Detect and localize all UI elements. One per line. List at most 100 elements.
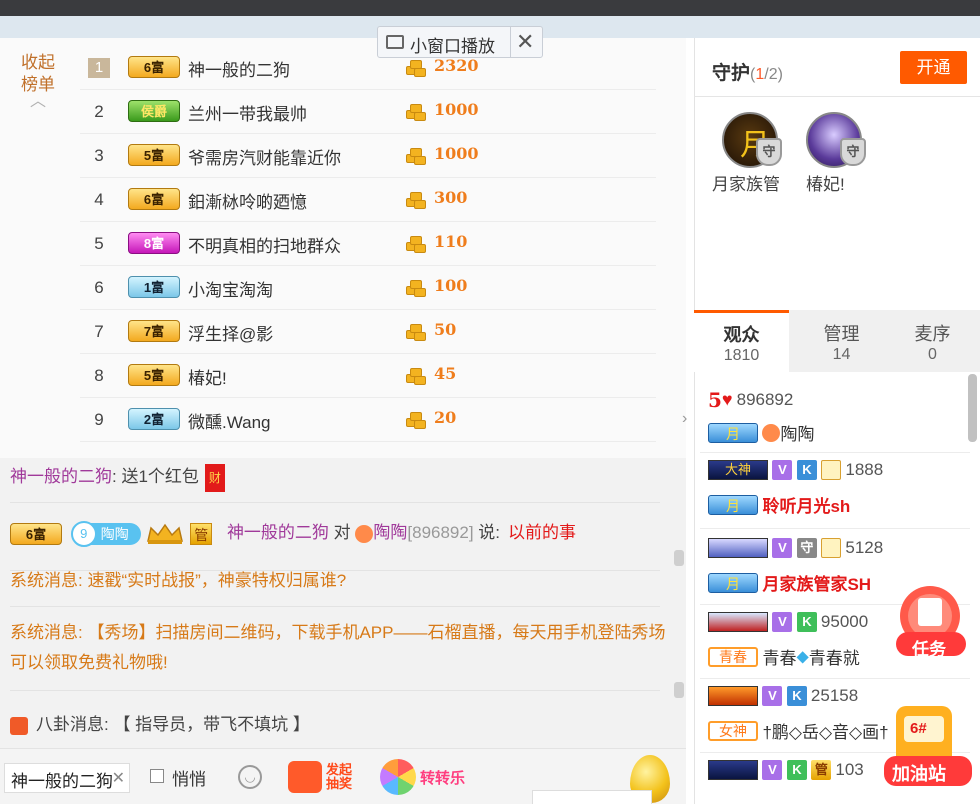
audience-scrollbar[interactable] [968,374,977,442]
rank-number: 3 [94,146,104,165]
rank-amount: 45 [434,364,457,383]
quiet-checkbox[interactable] [150,769,164,783]
tab-mic-queue[interactable]: 麦序 0 [885,310,980,372]
rank-number: 7 [94,322,104,341]
diamond-icon: ◆ [796,648,809,666]
wealth-badge: 7富 [128,320,180,342]
chat-input[interactable]: 神一般的二狗 ✕ [4,763,130,793]
rank-username[interactable]: 神一般的二狗 [188,56,290,81]
audience-tabs: 观众 1810 管理 14 麦序 0 [694,310,980,372]
collapse-rank-button[interactable]: 收起榜单 ︿ [16,52,60,110]
user-icon [821,538,842,558]
scrollbar-thumb[interactable] [674,550,684,566]
tab-label: 麦序 [914,324,951,344]
rank-amount: 100 [434,276,468,295]
divider [700,528,970,529]
chat-target-id: [896892] [407,523,474,542]
guard-title-label: 守护 [712,63,751,84]
level-icon: 大神 [708,460,768,480]
user-id: 1888 [845,460,884,479]
tab-audience[interactable]: 观众 1810 [694,310,789,372]
mini-player-button[interactable]: 小窗口播放 ✕ [377,26,543,58]
gossip-message: 八卦消息: 【 指导员，带飞不填坑 】 [10,710,310,735]
divider [10,502,660,503]
wheel-button-label[interactable]: 转转乐 [420,767,465,788]
tab-label: 观众 [723,325,760,345]
guard-title: 守护(1/2) [712,58,783,85]
guard-badge: 守 [796,538,817,558]
rank-row[interactable]: 4 6富 鈤漸栤呤啲廼憶 300 [80,178,656,222]
gas-station-number: 6# [910,720,927,737]
chat-username[interactable]: 神一般的二狗 [227,523,329,542]
tab-admin[interactable]: 管理 14 [794,310,889,372]
lottery-icon[interactable] [288,761,322,793]
system-message: 系统消息: 【秀场】扫描房间二维码，下载手机APP——石榴直播，每天用手机登陆秀… [10,623,666,672]
user-id: 5128 [845,538,884,557]
coin-icon [406,146,428,166]
guard-shield-icon: 守 [840,138,866,166]
close-icon[interactable]: ✕ [516,29,534,55]
chevron-up-icon: ︿ [29,93,46,110]
fan-tag: 月 [708,572,758,593]
vip-badge: V [762,760,783,780]
lottery-button-label[interactable]: 发起抽奖 [326,763,362,791]
chat-message: 神一般的二狗: 送1个红包财 [10,462,225,492]
chat-input-value: 神一般的二狗 [11,772,113,791]
rank-amount: 300 [434,188,468,207]
rank-username[interactable]: 爷需房汽财能靠近你 [188,144,341,169]
chevron-right-icon[interactable]: › [682,410,687,428]
audience-item[interactable]: 大神 V K 1888 月 聆听月光sh [708,460,970,534]
fan-tag: 月 [708,494,758,515]
wheel-icon[interactable] [380,759,416,795]
rank-row[interactable]: 7 7富 浮生择@影 50 [80,310,656,354]
rank-number: 1 [88,58,110,78]
tab-count: 14 [832,346,851,363]
vip-badge: V [762,686,783,706]
tab-label: 管理 [823,324,860,344]
task-widget[interactable]: 任务 [880,580,976,662]
fan-badge: 9 陶陶 [70,520,141,547]
divider [700,678,970,679]
red-envelope-icon: 财 [204,463,225,492]
rank-username[interactable]: 兰州一带我最帅 [188,100,307,125]
emoji-icon[interactable]: ◡ [238,765,262,789]
user-name: 聆听月光sh [762,497,851,516]
rank-row[interactable]: 2 侯爵 兰州一带我最帅 1000 [80,90,656,134]
chat-username[interactable]: 神一般的二狗 [10,467,112,486]
scrollbar-thumb[interactable] [674,682,684,698]
crown-icon [145,523,185,545]
rank-username[interactable]: 椿妃! [188,364,227,389]
rank-number: 5 [94,234,104,253]
gas-station-label: 加油站 [892,764,946,784]
wealth-badge: 1富 [128,276,180,298]
guard-name[interactable]: 月家族管 [712,170,780,195]
clear-icon[interactable]: ✕ [112,768,125,788]
rank-number: 4 [94,190,104,209]
popup-edge [532,790,652,804]
wealth-badge: 5富 [128,364,180,386]
user-name: 青春 [762,649,797,668]
rank-username[interactable]: 浮生择@影 [188,320,273,345]
vip-badge: V [772,538,793,558]
chat-target-user[interactable]: 陶陶 [373,523,407,542]
rank-row[interactable]: 9 2富 微醺.Wang 20 [80,398,656,442]
user-name: †鹏◇岳◇音◇画† [762,723,889,742]
audience-item[interactable]: 5♥ 896892 月 陶陶 [708,388,970,462]
guard-name[interactable]: 椿妃! [806,170,845,195]
tab-count: 0 [928,346,937,363]
rank-username[interactable]: 不明真相的扫地群众 [188,232,341,257]
gas-station-widget[interactable]: 6# 加油站 [882,700,974,792]
level-icon [708,760,758,780]
rank-username[interactable]: 鈤漸栤呤啲廼憶 [188,188,307,213]
rank-row[interactable]: 8 5富 椿妃! 45 [80,354,656,398]
open-guard-button[interactable]: 开通 [900,51,967,84]
rank-row[interactable]: 3 5富 爷需房汽财能靠近你 1000 [80,134,656,178]
rank-row[interactable]: 5 8富 不明真相的扫地群众 110 [80,222,656,266]
rank-row[interactable]: 1 6富 神一般的二狗 2320 [80,46,656,90]
rank-username[interactable]: 微醺.Wang [188,408,271,433]
rank-username[interactable]: 小淘宝淘淘 [188,276,273,301]
user-id: 103 [835,760,864,779]
live-room-page: { "mini_player": {"label": "小窗口播放", "clo… [0,0,980,804]
rank-row[interactable]: 6 1富 小淘宝淘淘 100 [80,266,656,310]
coin-icon [406,322,428,342]
